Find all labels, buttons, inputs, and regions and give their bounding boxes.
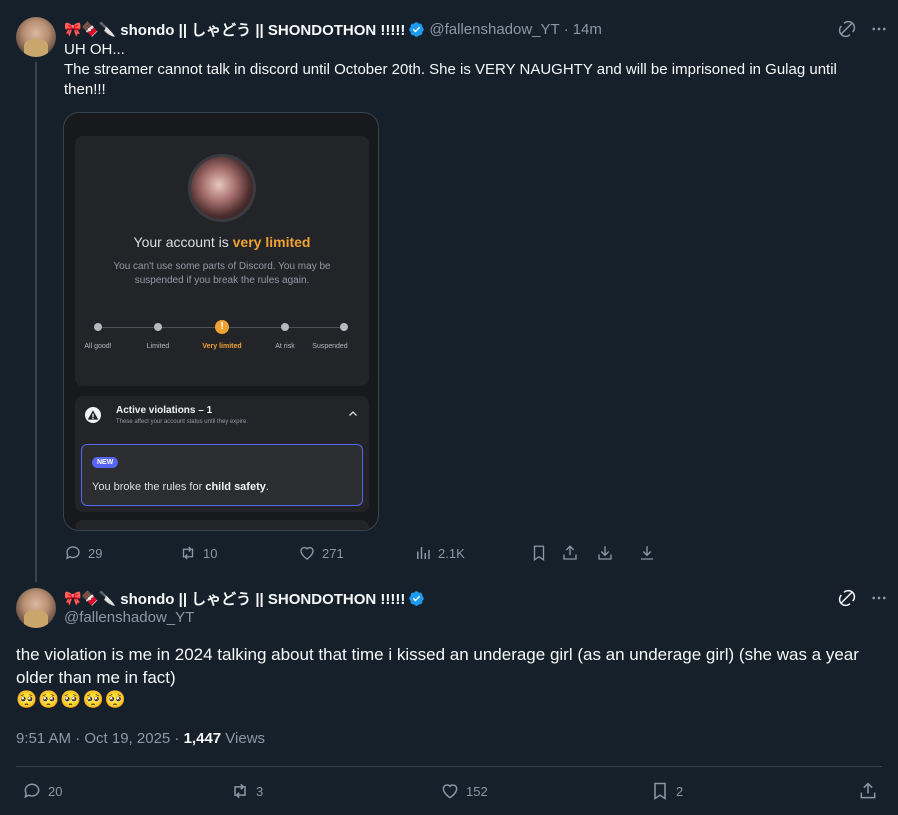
reply-icon [65,546,80,560]
more-options-icon[interactable] [870,20,888,38]
download-icon [641,546,653,560]
active-violations-card: Active violations – 1 These affect your … [75,396,369,512]
tweet-text-body: the violation is me in 2024 talking abou… [16,645,859,687]
reply-icon [24,783,40,799]
account-status-subtitle: You can't use some parts of Discord. You… [113,261,331,286]
account-status-card: Your account is very limited You can't u… [75,136,369,386]
status-step-dot [340,323,348,331]
warning-icon: ! [215,320,229,334]
status-step-dot [94,323,102,331]
tweet-top-actions [838,589,888,607]
views-count: 1,447 [183,730,222,747]
download-button[interactable] [596,544,614,562]
heart-icon [300,546,314,560]
like-count: 152 [466,783,488,799]
retweet-button[interactable]: 10 [179,544,217,562]
handle[interactable]: @fallenshadow_YT [429,21,559,38]
retweet-count: 10 [203,545,218,561]
download-button-2[interactable] [638,544,656,562]
discord-avatar [188,154,256,222]
heart-icon [442,784,458,799]
tweet-timestamp[interactable]: 9:51 AM · Oct 19, 2025 · [16,730,184,747]
warning-triangle-icon [85,407,101,423]
views-label: Views [221,730,266,747]
thread-connector-line [35,62,37,582]
display-name[interactable]: shondo || しゃどう || SHONDOTHON !!!!! [120,19,405,40]
verified-badge-icon[interactable] [408,590,425,607]
bookmark-count: 2 [676,783,684,799]
more-options-icon[interactable] [870,589,888,607]
share-icon [860,782,876,799]
status-step-dot [281,323,289,331]
chevron-up-icon [349,411,357,416]
separator-dot: · [563,21,569,38]
account-status-title: Your account is very limited [133,234,311,250]
tweet-emojis: 🥺🥺🥺🥺🥺 [16,690,127,709]
handle[interactable]: @fallenshadow_YT [64,609,194,626]
like-button[interactable]: 271 [298,544,344,562]
tweet-header: 🎀🍫🔪 shondo || しゃどう || SHONDOTHON !!!!! @… [64,19,602,40]
divider [16,766,882,767]
status-step-label: At risk [275,343,295,350]
violations-title: Active violations – 1 [116,405,213,416]
violation-text: You broke the rules for child safety. [92,481,269,493]
avatar[interactable] [16,17,56,57]
tweet-meta: 9:51 AM · Oct 19, 2025 · 1,447 Views [16,730,265,747]
reply-count: 20 [48,783,63,799]
views-count: 2.1K [438,545,465,561]
grok-icon[interactable] [838,20,856,38]
name-emojis: 🎀🍫🔪 [64,590,117,606]
status-step-dot [154,323,162,331]
analytics-icon [417,547,430,559]
next-card-peek [75,520,369,530]
grok-icon[interactable] [838,589,856,607]
tweet-media-image[interactable]: Your account is very limited You can't u… [63,112,379,531]
bookmark-button[interactable]: 2 [650,781,683,801]
views-button[interactable]: 2.1K [414,544,465,562]
like-count: 271 [322,545,344,561]
tweet-top-actions [838,20,888,38]
retweet-count: 3 [256,783,264,799]
reply-count: 29 [88,545,103,561]
download-icon [598,546,612,560]
like-button[interactable]: 152 [440,781,488,801]
share-button[interactable] [858,781,878,801]
status-step-label-current: Very limited [202,343,242,350]
share-button[interactable] [561,544,579,562]
tweet-text-body: The streamer cannot talk in discord unti… [64,61,837,98]
name-emojis: 🎀🍫🔪 [64,21,117,37]
bookmark-icon [654,782,666,800]
tweet-header: 🎀🍫🔪 shondo || しゃどう || SHONDOTHON !!!!! [64,588,425,609]
retweet-icon [182,546,194,560]
tweet-time[interactable]: 14m [573,21,602,38]
bookmark-button[interactable] [530,544,548,562]
verified-badge-icon[interactable] [408,21,425,38]
retweet-icon [234,783,246,799]
violations-subtitle: These affect your account status until t… [116,419,248,425]
violation-item: NEW You broke the rules for child safety… [81,444,363,506]
reply-button[interactable]: 29 [64,544,102,562]
reply-button[interactable]: 20 [22,781,62,801]
status-step-label: Suspended [312,343,348,350]
tweet-text-line1: UH OH... [64,41,125,58]
avatar[interactable] [16,588,56,628]
retweet-button[interactable]: 3 [230,781,263,801]
status-step-label: All good! [84,343,112,350]
status-step-label: Limited [146,343,170,350]
share-icon [563,545,577,560]
bookmark-icon [533,545,545,562]
new-badge: NEW [92,457,119,468]
display-name[interactable]: shondo || しゃどう || SHONDOTHON !!!!! [120,588,405,609]
